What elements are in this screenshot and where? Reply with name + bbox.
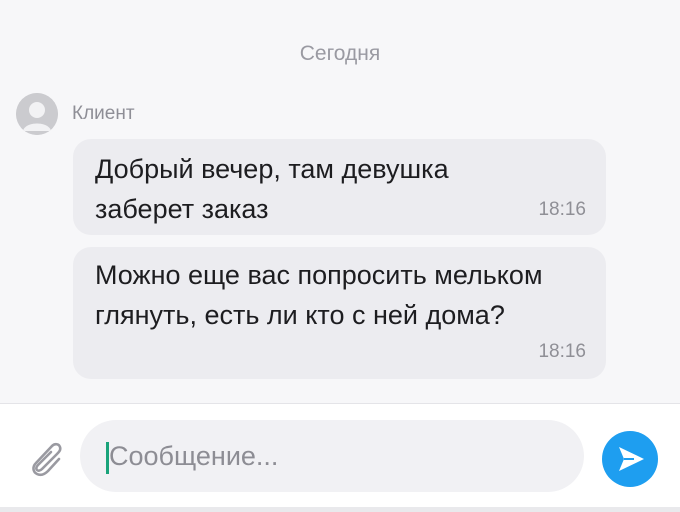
message-text: Можно еще вас попросить мельком глянуть,… [95,260,543,330]
bottom-strip [0,507,680,512]
chat-area: Сегодня Клиент Добрый вечер, там девушка… [0,0,680,404]
send-arrow-icon [619,447,644,471]
message-text: Добрый вечер, там девушка заберет заказ [95,154,449,224]
message-bubble[interactable]: Добрый вечер, там девушка заберет заказ … [73,139,606,235]
paperclip-icon[interactable] [22,436,68,482]
date-separator: Сегодня [299,42,381,65]
message-time: 18:16 [538,199,586,220]
send-button[interactable] [602,431,658,487]
sender-name: Клиент [72,103,135,124]
user-silhouette-icon [16,93,58,135]
message-time: 18:16 [538,341,586,362]
message-composer: Сообщение... [0,404,680,507]
message-input[interactable]: Сообщение... [80,420,584,492]
avatar[interactable] [16,93,58,135]
message-input-placeholder: Сообщение... [109,441,279,471]
message-bubble[interactable]: Можно еще вас попросить мельком глянуть,… [73,247,606,379]
